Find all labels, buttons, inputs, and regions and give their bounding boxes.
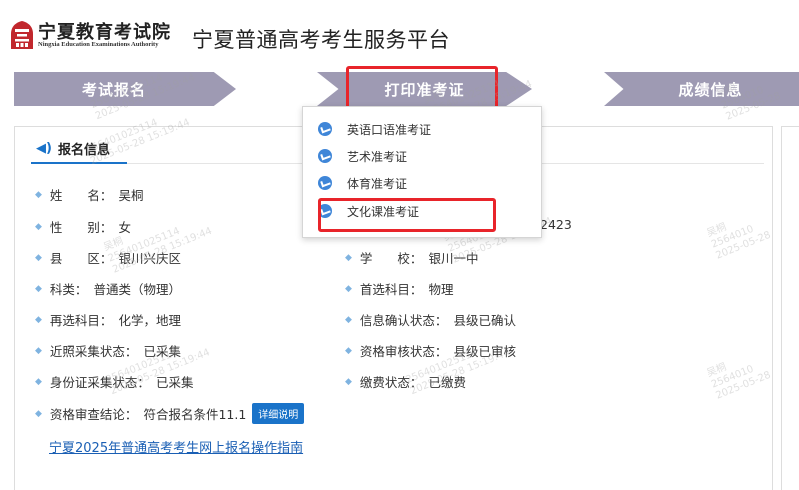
watermark-name: 吴桐: [705, 361, 729, 380]
bullet-icon: ◆: [35, 221, 42, 232]
bullet-icon: ◆: [35, 314, 42, 325]
field-elective-subjects: ◆ 再选科目： 化学，地理: [35, 310, 181, 329]
menu-item-art-ticket[interactable]: 艺术准考证: [318, 145, 407, 167]
watermark: 吴桐 2564010 2025-05-28: [705, 347, 772, 402]
check-circle-icon: [318, 176, 332, 190]
field-label: 身份证采集状态：: [49, 375, 150, 390]
bullet-icon: ◆: [345, 376, 352, 387]
field-value: 银川兴庆区: [118, 251, 181, 266]
tab-indicator: [31, 162, 127, 164]
field-label: 再选科目：: [49, 313, 113, 328]
bullet-icon: ◆: [35, 189, 42, 200]
field-id-partial: 2423: [540, 217, 572, 232]
step-score-info[interactable]: 成绩信息: [604, 72, 799, 106]
field-id-card-status: ◆ 身份证采集状态： 已采集: [35, 372, 193, 391]
field-payment-status: ◆ 缴费状态： 已缴费: [345, 372, 466, 391]
field-label: 首选科目：: [359, 282, 423, 297]
field-category: ◆ 科类： 普通类（物理）: [35, 279, 181, 298]
field-value: 银川一中: [428, 251, 479, 266]
field-label: 学 校：: [359, 251, 423, 266]
bullet-icon: ◆: [35, 252, 42, 263]
watermark-name: 吴桐: [705, 221, 729, 240]
step-label: 成绩信息: [678, 80, 743, 99]
menu-item-label: 艺术准考证: [347, 149, 408, 164]
side-panel: [781, 126, 799, 490]
field-school: ◆ 学 校： 银川一中: [345, 248, 478, 267]
field-value: 化学，地理: [118, 313, 181, 328]
highlight-box: [346, 66, 498, 110]
field-label: 姓 名：: [49, 188, 113, 203]
field-label: 县 区：: [49, 251, 113, 266]
field-photo-status: ◆ 近照采集状态： 已采集: [35, 341, 181, 360]
field-gender: ◆ 性 别： 女: [35, 217, 131, 236]
field-primary-subject: ◆ 首选科目： 物理: [345, 279, 453, 298]
field-label: 信息确认状态：: [359, 313, 448, 328]
field-value: 吴桐: [118, 188, 144, 203]
field-label: 缴费状态：: [359, 375, 423, 390]
section-header: ◀) 报名信息: [36, 139, 110, 158]
highlight-box: [318, 198, 496, 232]
watermark-id: 2564010: [709, 363, 756, 391]
registration-guide-link[interactable]: 宁夏2025年普通高考考生网上报名操作指南: [49, 437, 303, 456]
field-label: 科类：: [49, 282, 88, 297]
field-value: 县级已确认: [453, 313, 516, 328]
field-info-confirm-status: ◆ 信息确认状态： 县级已确认: [345, 310, 516, 329]
step-registration[interactable]: 考试报名: [14, 72, 236, 106]
check-circle-icon: [318, 149, 332, 163]
bullet-icon: ◆: [35, 376, 42, 387]
platform-title: 宁夏普通高考考生服务平台: [192, 28, 450, 52]
menu-item-label: 英语口语准考证: [347, 122, 432, 137]
field-qualification-review-status: ◆ 资格审核状态： 县级已审核: [345, 341, 516, 360]
page-header: 宁夏教育考试院 Ningxia Education Examinations A…: [0, 0, 799, 66]
detail-button[interactable]: 详细说明: [252, 403, 305, 424]
field-value: 已缴费: [428, 375, 466, 390]
step-label: 考试报名: [81, 80, 146, 99]
field-label: 资格审查结论：: [49, 407, 138, 422]
field-qualification-result: ◆ 资格审查结论： 符合报名条件11.1 详细说明: [35, 403, 305, 424]
field-name: ◆ 姓 名： 吴桐: [35, 185, 143, 204]
field-label: 性 别：: [49, 220, 113, 235]
menu-item-english-oral-ticket[interactable]: 英语口语准考证: [318, 118, 431, 140]
watermark: 256401025114 2025-05-28 15:19:44: [84, 106, 191, 168]
field-county: ◆ 县 区： 银川兴庆区: [35, 248, 181, 267]
bullet-icon: ◆: [345, 283, 352, 294]
institution-logo-icon: [11, 21, 33, 49]
watermark: 吴桐 2564010 2025-05-28: [705, 207, 772, 262]
field-value: 普通类（物理）: [93, 282, 181, 297]
bullet-icon: ◆: [35, 408, 42, 419]
watermark-id: 2564010: [709, 223, 756, 251]
field-value: 符合报名条件11.1: [143, 407, 247, 422]
field-value: 已采集: [143, 344, 181, 359]
watermark-date: 2025-05-28: [714, 369, 773, 402]
field-label: 资格审核状态：: [359, 344, 448, 359]
field-value: 物理: [428, 282, 454, 297]
field-value: 已采集: [155, 375, 194, 390]
speaker-icon: ◀): [36, 141, 52, 156]
field-label: 近照采集状态：: [49, 344, 138, 359]
bullet-icon: ◆: [35, 345, 42, 356]
check-circle-icon: [318, 122, 332, 136]
menu-item-sports-ticket[interactable]: 体育准考证: [318, 172, 407, 194]
bullet-icon: ◆: [35, 283, 42, 294]
menu-item-label: 体育准考证: [347, 176, 408, 191]
field-value: 2423: [540, 217, 572, 232]
field-value: 女: [118, 220, 131, 235]
section-title: 报名信息: [57, 143, 110, 158]
org-name-en: Ningxia Education Examinations Authority: [38, 41, 159, 48]
bullet-icon: ◆: [345, 345, 352, 356]
bullet-icon: ◆: [345, 252, 352, 263]
bullet-icon: ◆: [345, 314, 352, 325]
watermark-date: 2025-05-28: [714, 229, 773, 262]
field-value: 县级已审核: [453, 344, 516, 359]
